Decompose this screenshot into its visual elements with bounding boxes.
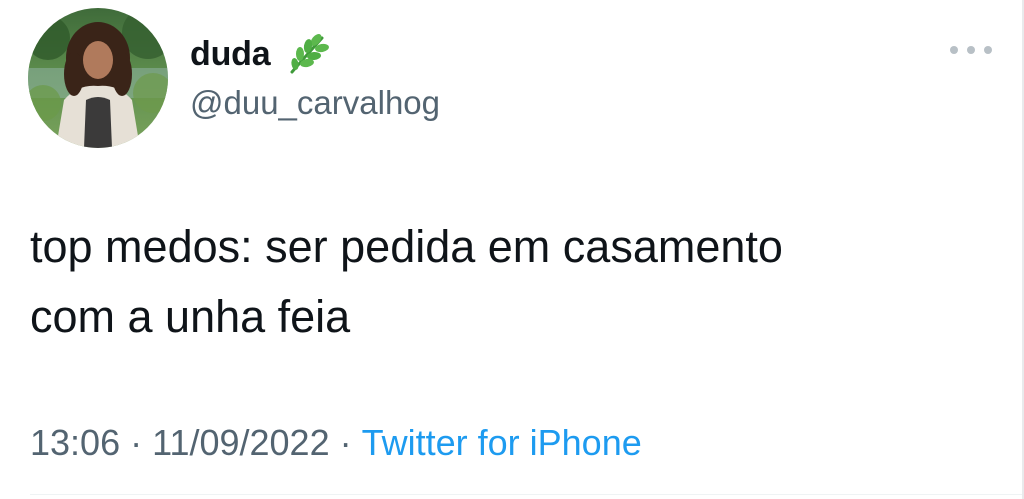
author-block: duda @duu_carvalhog (190, 28, 440, 122)
tweet-source-link[interactable]: Twitter for iPhone (362, 422, 642, 464)
display-name-row: duda (190, 28, 440, 80)
tweet-time[interactable]: 13:06 (30, 422, 120, 464)
herb-leaf-icon (282, 30, 330, 78)
avatar[interactable] (28, 8, 168, 148)
tweet-text: top medos: ser pedida em casamento com a… (30, 212, 1010, 352)
divider (30, 494, 1024, 495)
meta-separator: · (130, 422, 143, 463)
tweet-card: duda @duu_carvalhog top medos: ser pedid… (0, 0, 1024, 499)
more-options-icon-dot (984, 46, 992, 54)
author-handle[interactable]: @duu_carvalhog (190, 84, 440, 122)
tweet-meta: 13:06 · 11/09/2022 · Twitter for iPhone (30, 422, 642, 464)
tweet-date[interactable]: 11/09/2022 (152, 422, 330, 464)
more-options-icon (950, 46, 958, 54)
display-name[interactable]: duda (190, 35, 271, 74)
more-options-icon-dot (967, 46, 975, 54)
tweet-text-line: top medos: ser pedida em casamento (30, 221, 783, 272)
tweet-text-line: com a unha feia (30, 291, 351, 342)
more-options-button[interactable] (950, 40, 992, 60)
meta-separator: · (339, 422, 352, 463)
profile-photo-icon (28, 8, 168, 148)
